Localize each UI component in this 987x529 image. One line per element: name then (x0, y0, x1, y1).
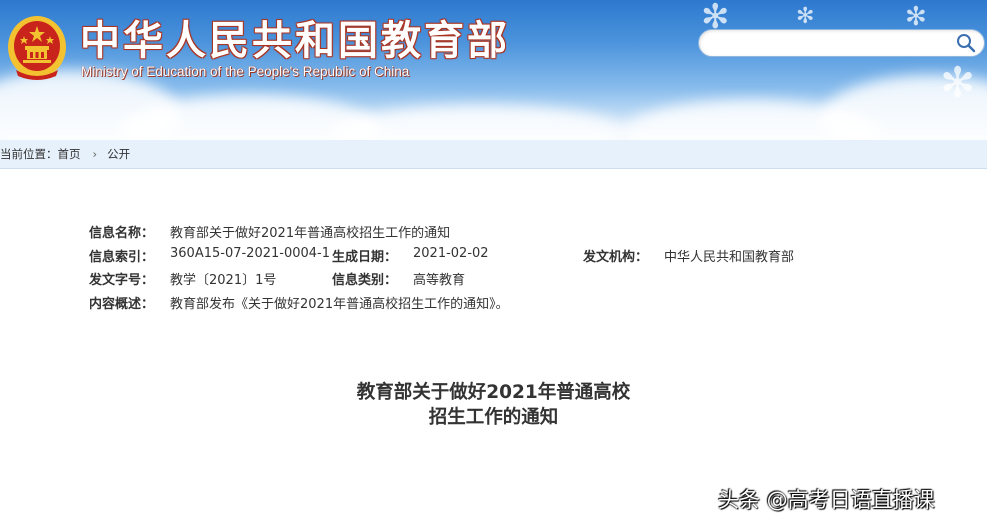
site-header: ✻ ✻ ✻ ✻ 中华人民共和国教育部 Ministry of Education… (0, 0, 987, 140)
national-emblem-icon[interactable] (6, 12, 68, 82)
info-docno-value: 教学〔2021〕1号 (170, 273, 277, 288)
info-org-label: 发文机构： (583, 249, 649, 265)
chevron-right-icon: › (92, 147, 98, 161)
watermark: 头条 @高考日语直播课 (718, 488, 935, 512)
dandelion-icon: ✻ (940, 58, 976, 107)
info-row-index: 信息索引： 360A15-07-2021-0004-1 生成日期： 2021-0… (89, 246, 889, 270)
info-row-summary: 内容概述： 教育部发布《关于做好2021年普通高校招生工作的通知》。 (89, 293, 889, 317)
breadcrumb-prefix: 当前位置： (0, 147, 58, 161)
site-title: 中华人民共和国教育部 (80, 18, 510, 64)
info-category-value: 高等教育 (413, 273, 466, 288)
info-docno-label: 发文字号： (89, 273, 155, 288)
breadcrumb: 当前位置： 首页 › 公开 (0, 140, 987, 169)
breadcrumb-public-link[interactable]: 公开 (107, 146, 130, 162)
article-title: 教育部关于做好2021年普通高校 招生工作的通知 (0, 380, 987, 430)
cloud-decoration (330, 105, 630, 140)
dandelion-icon: ✻ (905, 2, 927, 32)
document-info-table: 信息名称： 教育部关于做好2021年普通高校招生工作的通知 信息索引： 360A… (89, 222, 889, 316)
info-category-label: 信息类别： (332, 273, 398, 288)
info-summary-value: 教育部发布《关于做好2021年普通高校招生工作的通知》。 (170, 296, 509, 312)
article-title-line-1: 教育部关于做好2021年普通高校 (356, 382, 631, 403)
info-org-value: 中华人民共和国教育部 (664, 249, 795, 265)
article-title-line-2: 招生工作的通知 (428, 407, 559, 428)
info-date-value: 2021-02-02 (413, 245, 489, 261)
info-row-name: 信息名称： 教育部关于做好2021年普通高校招生工作的通知 (89, 222, 889, 246)
info-name-label: 信息名称： (89, 226, 155, 241)
dandelion-icon: ✻ (796, 4, 815, 29)
info-index-value: 360A15-07-2021-0004-1 (170, 245, 330, 261)
info-index-label: 信息索引： (89, 249, 155, 265)
info-name-value: 教育部关于做好2021年普通高校招生工作的通知 (170, 226, 451, 241)
site-subtitle: Ministry of Education of the People's Re… (81, 64, 410, 79)
breadcrumb-home-link[interactable]: 首页 (58, 146, 81, 162)
info-summary-label: 内容概述： (89, 296, 155, 312)
search-icon[interactable] (956, 33, 976, 53)
info-row-docno: 发文字号： 教学〔2021〕1号 信息类别： 高等教育 (89, 269, 889, 293)
search-input[interactable] (713, 31, 956, 55)
info-date-label: 生成日期： (332, 249, 398, 265)
search-box (698, 29, 985, 57)
